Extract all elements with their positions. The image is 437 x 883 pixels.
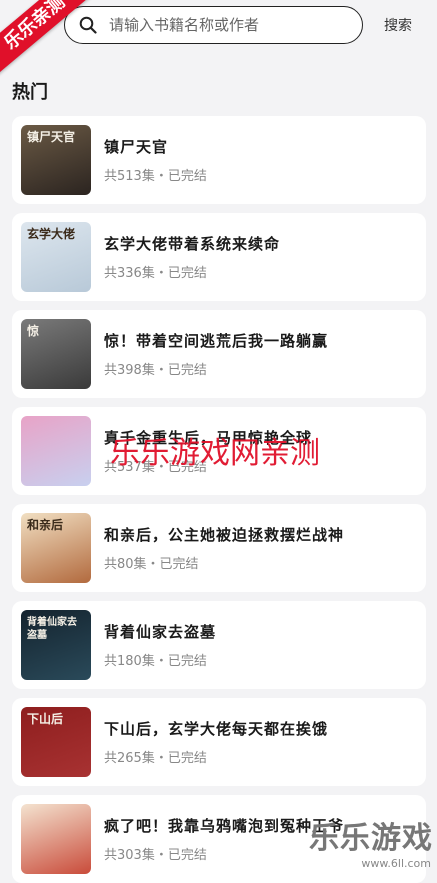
book-cover-image[interactable] bbox=[21, 416, 91, 486]
book-title[interactable]: 玄学大佬带着系统来续命 bbox=[104, 233, 280, 254]
book-cover-image[interactable]: 惊 bbox=[21, 319, 91, 389]
book-card[interactable]: 镇尸天官 镇尸天官共513集・已完结 bbox=[12, 116, 426, 204]
book-episode-status: 共180集・已完结 bbox=[104, 654, 207, 669]
corner-watermark-title: 乐乐游戏 bbox=[309, 821, 433, 856]
corner-watermark: 乐乐游戏 www.6ll.com bbox=[307, 813, 437, 883]
book-card[interactable]: 下山后 下山后，玄学大佬每天都在挨饿共265集・已完结 bbox=[12, 698, 426, 786]
book-cover-text: 下山后 bbox=[27, 712, 64, 726]
book-card[interactable]: 玄学大佬 玄学大佬带着系统来续命共336集・已完结 bbox=[12, 213, 426, 301]
book-cover-text: 镇尸天官 bbox=[27, 130, 76, 144]
center-watermark: 乐乐游戏网亲测 bbox=[110, 436, 320, 471]
book-card[interactable]: 和亲后 和亲后，公主她被迫拯救摆烂战神共80集・已完结 bbox=[12, 504, 426, 592]
search-box[interactable] bbox=[64, 6, 363, 44]
book-cover-text: 背着仙家去盗墓 bbox=[27, 617, 77, 641]
book-title[interactable]: 镇尸天官 bbox=[104, 136, 168, 157]
section-title: 热门 bbox=[12, 82, 48, 103]
search-icon bbox=[79, 16, 97, 34]
book-episode-status: 共513集・已完结 bbox=[104, 169, 207, 184]
book-episode-status: 共336集・已完结 bbox=[104, 266, 207, 281]
book-cover-text: 惊 bbox=[27, 324, 40, 338]
book-card[interactable]: 惊 惊！带着空间逃荒后我一路躺赢共398集・已完结 bbox=[12, 310, 426, 398]
search-button[interactable]: 搜索 bbox=[384, 15, 412, 35]
book-list: 镇尸天官 镇尸天官共513集・已完结玄学大佬 玄学大佬带着系统来续命共336集・已完… bbox=[12, 116, 426, 883]
search-input[interactable] bbox=[109, 13, 349, 37]
book-episode-status: 共265集・已完结 bbox=[104, 751, 207, 766]
book-episode-status: 共398集・已完结 bbox=[104, 363, 207, 378]
book-cover-text: 玄学大佬 bbox=[27, 227, 76, 241]
book-cover-image[interactable]: 背着仙家去盗墓 bbox=[21, 610, 91, 680]
book-cover-image[interactable]: 和亲后 bbox=[21, 513, 91, 583]
book-cover-text: 和亲后 bbox=[27, 518, 64, 532]
corner-watermark-url: www.6ll.com bbox=[361, 857, 431, 870]
book-card[interactable]: 背着仙家去盗墓 背着仙家去盗墓共180集・已完结 bbox=[12, 601, 426, 689]
book-cover-image[interactable]: 镇尸天官 bbox=[21, 125, 91, 195]
book-cover-image[interactable]: 下山后 bbox=[21, 707, 91, 777]
book-episode-status: 共80集・已完结 bbox=[104, 557, 199, 572]
book-episode-status: 共303集・已完结 bbox=[104, 848, 207, 863]
book-cover-image[interactable]: 玄学大佬 bbox=[21, 222, 91, 292]
book-title[interactable]: 惊！带着空间逃荒后我一路躺赢 bbox=[104, 330, 328, 351]
book-title[interactable]: 和亲后，公主她被迫拯救摆烂战神 bbox=[104, 524, 344, 545]
book-title[interactable]: 背着仙家去盗墓 bbox=[104, 621, 216, 642]
book-cover-image[interactable] bbox=[21, 804, 91, 874]
book-title[interactable]: 下山后，玄学大佬每天都在挨饿 bbox=[104, 718, 328, 739]
